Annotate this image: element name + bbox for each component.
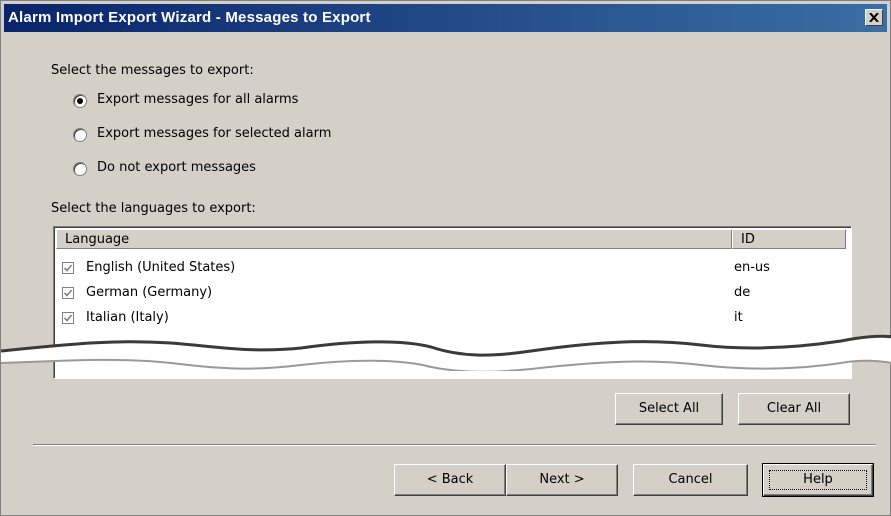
close-icon (869, 13, 879, 22)
radio-selected-dot (77, 98, 83, 104)
radio-button[interactable] (73, 94, 87, 108)
language-id: en-us (734, 260, 770, 275)
focus-rectangle (769, 470, 867, 490)
radio-label: Do not export messages (97, 160, 256, 175)
list-row[interactable]: English (United States) en-us (62, 258, 842, 280)
next-button[interactable]: Next > (506, 464, 618, 496)
radio-label: Export messages for all alarms (97, 92, 299, 107)
title-bar[interactable]: Alarm Import Export Wizard - Messages to… (4, 4, 887, 32)
language-checkbox[interactable] (62, 287, 74, 299)
checkmark-icon (64, 264, 72, 272)
language-name: English (United States) (86, 260, 236, 275)
radio-button[interactable] (73, 162, 87, 176)
separator (33, 444, 876, 446)
wizard-dialog: Alarm Import Export Wizard - Messages to… (0, 0, 891, 516)
column-header-label: ID (741, 232, 755, 247)
language-id: de (734, 285, 751, 300)
language-checkbox[interactable] (62, 262, 74, 274)
torn-edge-decoration (1, 334, 891, 371)
close-button[interactable] (865, 9, 883, 26)
back-button[interactable]: < Back (394, 464, 506, 496)
languages-prompt: Select the languages to export: (51, 201, 256, 216)
column-header-id[interactable]: ID (732, 229, 846, 249)
cancel-button[interactable]: Cancel (633, 464, 748, 496)
radio-button[interactable] (73, 128, 87, 142)
help-button[interactable]: Help (762, 463, 874, 497)
messages-prompt: Select the messages to export: (51, 63, 254, 78)
window-title: Alarm Import Export Wizard - Messages to… (8, 9, 371, 26)
radio-label: Export messages for selected alarm (97, 126, 332, 141)
checkmark-icon (64, 289, 72, 297)
language-name: German (Germany) (86, 285, 213, 300)
column-header-label: Language (65, 232, 130, 247)
select-all-button[interactable]: Select All (615, 393, 723, 425)
list-row[interactable]: German (Germany) de (62, 283, 842, 305)
column-header-language[interactable]: Language (56, 229, 732, 249)
clear-all-button[interactable]: Clear All (738, 393, 850, 425)
